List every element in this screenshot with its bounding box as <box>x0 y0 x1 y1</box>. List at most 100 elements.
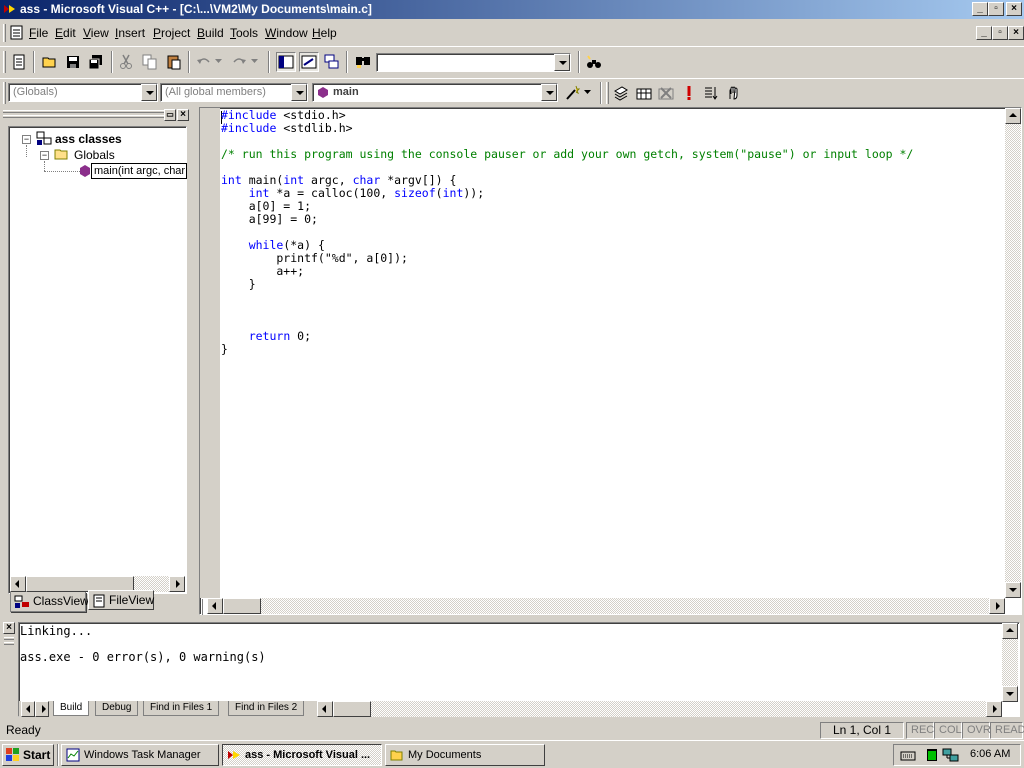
menu-file[interactable]: File <box>29 26 48 40</box>
compile-icon[interactable] <box>611 83 631 103</box>
editor-scroll-right[interactable] <box>989 598 1005 614</box>
menu-window[interactable]: Window <box>265 26 308 40</box>
code-comment: /* run this program using the console pa… <box>221 147 914 161</box>
output-text[interactable]: Linking... ass.exe - 0 error(s), 0 warnin… <box>20 625 1000 699</box>
editor-margin[interactable] <box>200 108 220 598</box>
menu-view[interactable]: View <box>83 26 109 40</box>
task-visual-cpp[interactable]: ass - Microsoft Visual ... <box>222 744 382 766</box>
output-close-button[interactable]: × <box>3 622 15 634</box>
output-tab-debug[interactable]: Debug <box>95 701 139 716</box>
workspace-close-button[interactable]: × <box>177 109 189 121</box>
output-vscroll-track[interactable] <box>1002 639 1018 686</box>
status-message: Ready <box>6 723 41 737</box>
code-editor[interactable]: #include <stdio.h> #include <stdlib.h>/* … <box>221 109 1006 597</box>
editor-scroll-down[interactable] <box>1005 582 1021 598</box>
code-text: <stdlib.h> <box>276 121 353 135</box>
editor-vscroll-track[interactable] <box>1005 124 1021 582</box>
scope-combo-dropdown[interactable] <box>141 84 157 101</box>
output-hscroll-thumb[interactable] <box>333 701 371 717</box>
members-combo-dropdown[interactable] <box>291 84 307 101</box>
undo-dropdown-icon[interactable] <box>213 52 225 72</box>
output-scroll-up[interactable] <box>1002 623 1018 639</box>
output-toggle-icon[interactable] <box>299 52 319 72</box>
save-icon[interactable] <box>63 52 83 72</box>
members-combo[interactable]: (All global members) <box>160 83 308 102</box>
find-in-files-icon[interactable] <box>353 52 373 72</box>
windows-logo-icon <box>6 748 19 761</box>
redo-icon[interactable] <box>229 52 249 72</box>
output-tabs-left[interactable] <box>21 701 35 717</box>
function-combo[interactable]: main <box>312 83 558 102</box>
title-bar[interactable]: ass - Microsoft Visual C++ - [C:\...\VM2… <box>0 0 1024 19</box>
collapse-globals-toggle[interactable]: − <box>40 151 49 160</box>
collapse-root-toggle[interactable]: − <box>22 135 31 144</box>
wizard-wand-icon[interactable] <box>562 83 582 103</box>
classview-root[interactable]: ass classes <box>55 132 122 146</box>
stop-build-icon[interactable] <box>656 83 676 103</box>
tab-fileview[interactable]: FileView <box>88 590 154 610</box>
clock: 6:06 AM <box>970 748 1011 760</box>
menu-project[interactable]: Project <box>153 26 190 40</box>
cpu-meter-icon[interactable] <box>926 748 938 762</box>
close-button[interactable]: × <box>1006 2 1022 16</box>
menu-tools[interactable]: Tools <box>230 26 258 40</box>
task-manager-icon <box>66 748 80 762</box>
scope-combo[interactable]: (Globals) <box>8 83 158 102</box>
classview-globals[interactable]: Globals <box>74 148 115 162</box>
editor-scroll-up[interactable] <box>1005 108 1021 124</box>
undo-icon[interactable] <box>194 52 214 72</box>
function-combo-dropdown[interactable] <box>541 84 557 101</box>
workspace-toggle-icon[interactable] <box>276 52 296 72</box>
menu-help[interactable]: Help <box>312 26 337 40</box>
doc-minimize-button[interactable]: _ <box>976 26 992 40</box>
minimize-button[interactable]: _ <box>972 2 988 16</box>
doc-restore-button[interactable]: ▫ <box>992 26 1008 40</box>
tree-scroll-left[interactable] <box>10 576 26 592</box>
doc-close-button[interactable]: × <box>1008 26 1024 40</box>
output-tabs-right[interactable] <box>35 701 49 717</box>
open-folder-icon[interactable] <box>40 52 60 72</box>
output-tab-find-in-files-1[interactable]: Find in Files 1 <box>143 701 220 716</box>
redo-dropdown-icon[interactable] <box>249 52 261 72</box>
code-text: } <box>221 277 256 291</box>
task-my-documents[interactable]: My Documents <box>385 744 545 766</box>
paste-icon[interactable] <box>164 52 184 72</box>
build-icon[interactable] <box>634 83 654 103</box>
start-button[interactable]: Start <box>2 744 54 766</box>
menu-build[interactable]: Build <box>197 26 224 40</box>
keyboard-icon[interactable] <box>900 748 916 762</box>
find-combo[interactable] <box>376 53 571 72</box>
output-tab-build[interactable]: Build <box>53 701 90 716</box>
cut-icon[interactable] <box>116 52 136 72</box>
code-text: a++; <box>221 264 305 278</box>
editor-hscroll-thumb[interactable] <box>223 598 261 614</box>
window-list-icon[interactable] <box>322 52 342 72</box>
output-hscroll-right[interactable] <box>986 701 1002 717</box>
network-icon[interactable] <box>942 747 960 763</box>
tree-scroll-right[interactable] <box>169 576 185 592</box>
find-combo-dropdown[interactable] <box>554 54 570 71</box>
output-scroll-down[interactable] <box>1002 686 1018 702</box>
code-line: int *a = calloc(100, sizeof(int)); <box>221 187 1006 200</box>
wizard-dropdown-icon[interactable] <box>582 83 594 103</box>
workspace-maximize-button[interactable]: ▭ <box>164 109 176 121</box>
menu-insert[interactable]: Insert <box>115 26 145 40</box>
execute-icon[interactable] <box>679 83 699 103</box>
classview-main-function[interactable]: main(int argc, char <box>91 163 187 179</box>
menu-edit[interactable]: Edit <box>55 26 76 40</box>
go-icon[interactable] <box>701 83 721 103</box>
classview-tree[interactable]: − ass classes − Globals main(int argc, c… <box>8 126 187 594</box>
restore-button[interactable]: ▫ <box>988 2 1004 16</box>
output-hscroll-track[interactable] <box>371 701 986 717</box>
insert-breakpoint-icon[interactable] <box>724 83 744 103</box>
editor-hscroll-track[interactable] <box>223 598 989 614</box>
output-tab-find-in-files-2[interactable]: Find in Files 2 <box>228 701 305 716</box>
tab-classview[interactable]: ClassView <box>10 592 89 612</box>
copy-icon[interactable] <box>140 52 160 72</box>
save-all-icon[interactable] <box>86 52 106 72</box>
find-binoculars-icon[interactable] <box>584 52 604 72</box>
new-text-file-icon[interactable] <box>9 52 29 72</box>
output-hscroll-left[interactable] <box>317 701 333 717</box>
editor-scroll-left[interactable] <box>207 598 223 614</box>
task-windows-task-manager[interactable]: Windows Task Manager <box>61 744 219 766</box>
